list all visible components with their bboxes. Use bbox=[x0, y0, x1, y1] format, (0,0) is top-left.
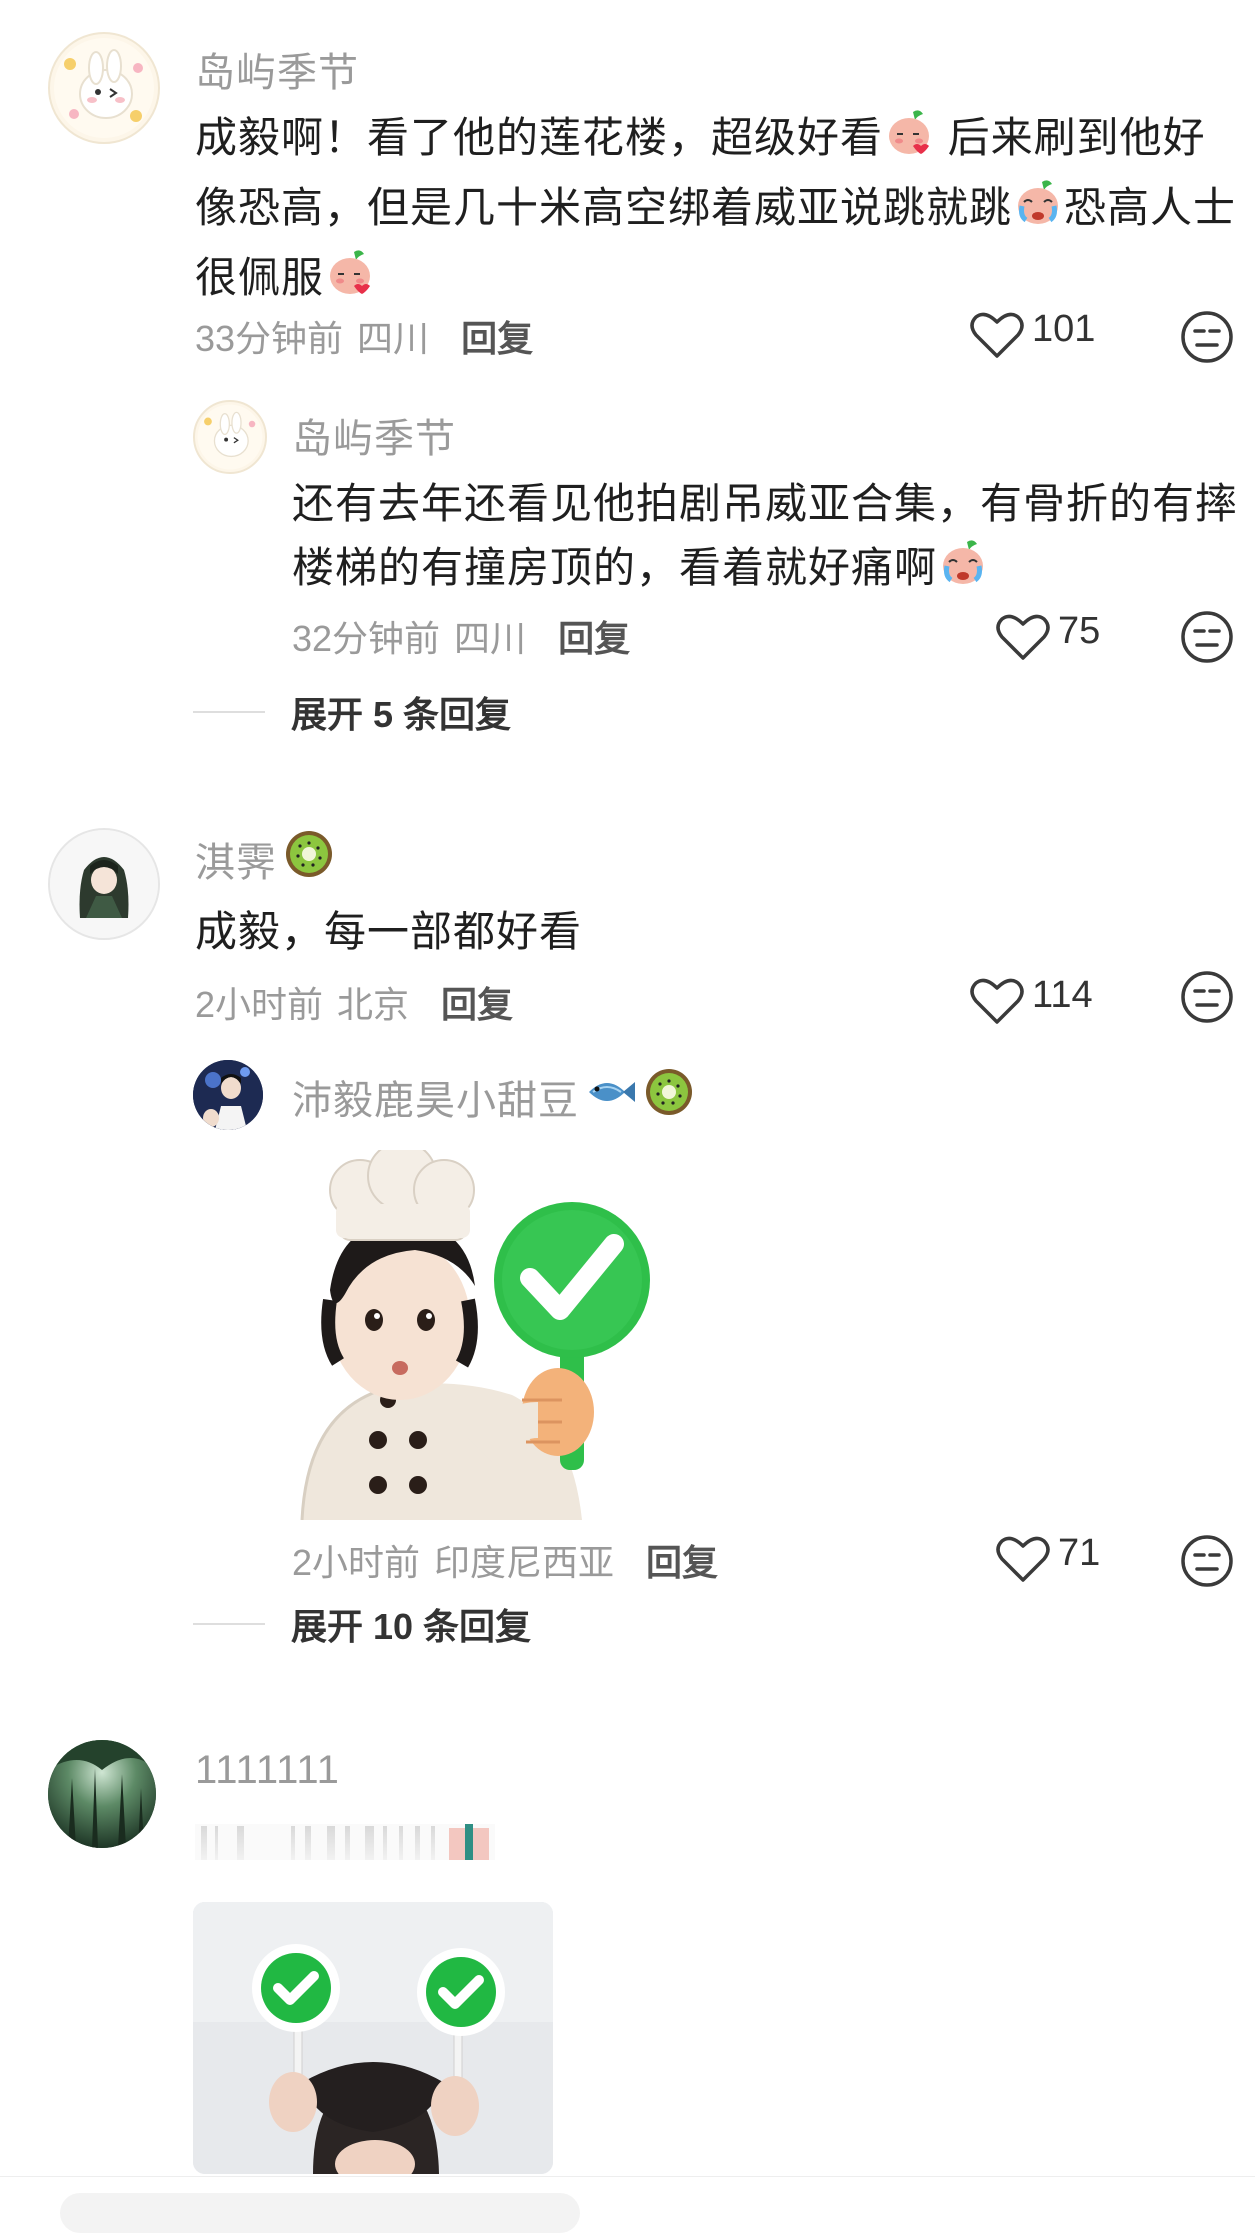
peach-kiss-emoji bbox=[324, 246, 376, 316]
reply-username[interactable]: 沛毅鹿昊小甜豆 bbox=[292, 1066, 695, 1128]
blurred-comment-text bbox=[195, 1820, 500, 1864]
neutral-face-icon bbox=[1181, 1535, 1233, 1587]
heart-outline-icon bbox=[996, 1536, 1050, 1582]
username-text: 沛毅鹿昊小甜豆 bbox=[292, 1079, 579, 1123]
emoji-reaction-button[interactable] bbox=[1180, 310, 1234, 369]
comment-location: 北京 bbox=[337, 984, 410, 1025]
emoji-reaction-button[interactable] bbox=[1180, 1534, 1234, 1593]
comment-username[interactable]: 1111111 bbox=[195, 1748, 340, 1793]
avatar[interactable] bbox=[48, 32, 160, 144]
neutral-face-icon bbox=[1181, 611, 1233, 663]
forest-avatar-icon bbox=[48, 1740, 156, 1848]
peach-cry-emoji bbox=[1012, 176, 1064, 246]
username-text: 淇霁 bbox=[195, 841, 277, 885]
redacted-text-strip bbox=[195, 1824, 495, 1860]
like-button[interactable]: 114 bbox=[970, 973, 1093, 1026]
like-count: 75 bbox=[1058, 609, 1101, 652]
like-button[interactable]: 75 bbox=[996, 609, 1101, 662]
reply-text-segment: 还有去年还看见他拍剧吊威亚合集，有骨折的有摔 bbox=[292, 480, 1239, 527]
neutral-face-icon bbox=[1181, 971, 1233, 1023]
like-count: 71 bbox=[1058, 1531, 1101, 1574]
reply-button[interactable]: 回复 bbox=[558, 610, 630, 662]
reply-button[interactable]: 回复 bbox=[461, 310, 533, 362]
reply-location: 四川 bbox=[454, 618, 527, 659]
photo-attachment-image[interactable] bbox=[193, 1902, 553, 2174]
bunny-avatar-icon bbox=[54, 38, 154, 138]
comment-text-segment: 成毅啊！看了他的莲花楼，超级好看 bbox=[195, 114, 884, 161]
reply-text-segment: 楼梯的有撞房顶的，看着就好痛啊 bbox=[292, 544, 938, 591]
like-count: 101 bbox=[1032, 307, 1096, 350]
peach-cry-emoji bbox=[937, 536, 989, 606]
reply-location: 印度尼西亚 bbox=[434, 1542, 615, 1583]
comment-text: 成毅啊！看了他的莲花楼，超级好看 后来刷到他好 像恐高，但是几十米高空绑着威亚说… bbox=[195, 106, 1236, 316]
comment-text-segment: 后来刷到他好 bbox=[935, 114, 1206, 161]
expand-replies-button[interactable]: 展开 10 条回复 bbox=[193, 1598, 531, 1650]
fish-emoji bbox=[585, 1072, 637, 1122]
comment-text-segment: 像恐高，但是几十米高空绑着威亚说跳就跳 bbox=[195, 184, 1013, 231]
reply-time: 32分钟前 bbox=[292, 618, 441, 659]
comment-time: 33分钟前 bbox=[195, 318, 344, 359]
reply-button[interactable]: 回复 bbox=[646, 1534, 718, 1586]
comment-meta: 33分钟前 四川 回复 bbox=[195, 310, 533, 362]
photo-avatar-icon bbox=[193, 1060, 263, 1130]
like-count: 114 bbox=[1032, 973, 1093, 1016]
comment-text: 成毅，每一部都好看 bbox=[195, 908, 583, 955]
divider-line bbox=[193, 711, 265, 713]
heart-outline-icon bbox=[970, 312, 1024, 358]
avatar[interactable] bbox=[48, 828, 160, 940]
reply-meta: 2小时前 印度尼西亚 回复 bbox=[292, 1534, 718, 1586]
comment-time: 2小时前 bbox=[195, 984, 324, 1025]
expand-replies-button[interactable]: 展开 5 条回复 bbox=[193, 686, 511, 738]
bunny-avatar-icon bbox=[197, 404, 263, 470]
reply-meta: 32分钟前 四川 回复 bbox=[292, 610, 630, 662]
avatar[interactable] bbox=[48, 1740, 156, 1848]
kiwi-emoji bbox=[283, 828, 335, 890]
reply-button[interactable]: 回复 bbox=[441, 976, 513, 1028]
chef-checkmark-sticker bbox=[300, 1150, 650, 1520]
like-button[interactable]: 101 bbox=[970, 307, 1096, 360]
checkmark-signs-photo bbox=[193, 1902, 553, 2174]
chef-sticker-image[interactable] bbox=[290, 1150, 660, 1520]
comment-location: 四川 bbox=[357, 318, 430, 359]
comment-input-field[interactable] bbox=[60, 2193, 580, 2233]
emoji-reaction-button[interactable] bbox=[1180, 970, 1234, 1029]
comment-text-segment: 恐高人士 bbox=[1064, 184, 1237, 231]
heart-outline-icon bbox=[996, 614, 1050, 660]
expand-replies-label: 展开 10 条回复 bbox=[291, 1606, 532, 1647]
bottom-input-bar bbox=[0, 2176, 1255, 2233]
peach-kiss-emoji bbox=[883, 106, 935, 176]
expand-replies-label: 展开 5 条回复 bbox=[291, 694, 512, 735]
comment-text-segment: 很佩服 bbox=[195, 254, 325, 301]
comment-username[interactable]: 岛屿季节 bbox=[195, 40, 359, 98]
comment-username[interactable]: 淇霁 bbox=[195, 828, 335, 890]
comment-meta: 2小时前 北京 回复 bbox=[195, 976, 513, 1028]
avatar[interactable] bbox=[193, 1060, 263, 1130]
avatar[interactable] bbox=[193, 400, 267, 474]
kiwi-emoji bbox=[643, 1066, 695, 1128]
like-button[interactable]: 71 bbox=[996, 1531, 1101, 1584]
girl-avatar-icon bbox=[50, 830, 158, 938]
divider-line bbox=[193, 1623, 265, 1625]
neutral-face-icon bbox=[1181, 311, 1233, 363]
reply-time: 2小时前 bbox=[292, 1542, 421, 1583]
emoji-reaction-button[interactable] bbox=[1180, 610, 1234, 669]
reply-text: 还有去年还看见他拍剧吊威亚合集，有骨折的有摔 楼梯的有撞房顶的，看着就好痛啊 bbox=[292, 472, 1238, 606]
reply-username[interactable]: 岛屿季节 bbox=[292, 406, 456, 464]
heart-outline-icon bbox=[970, 978, 1024, 1024]
